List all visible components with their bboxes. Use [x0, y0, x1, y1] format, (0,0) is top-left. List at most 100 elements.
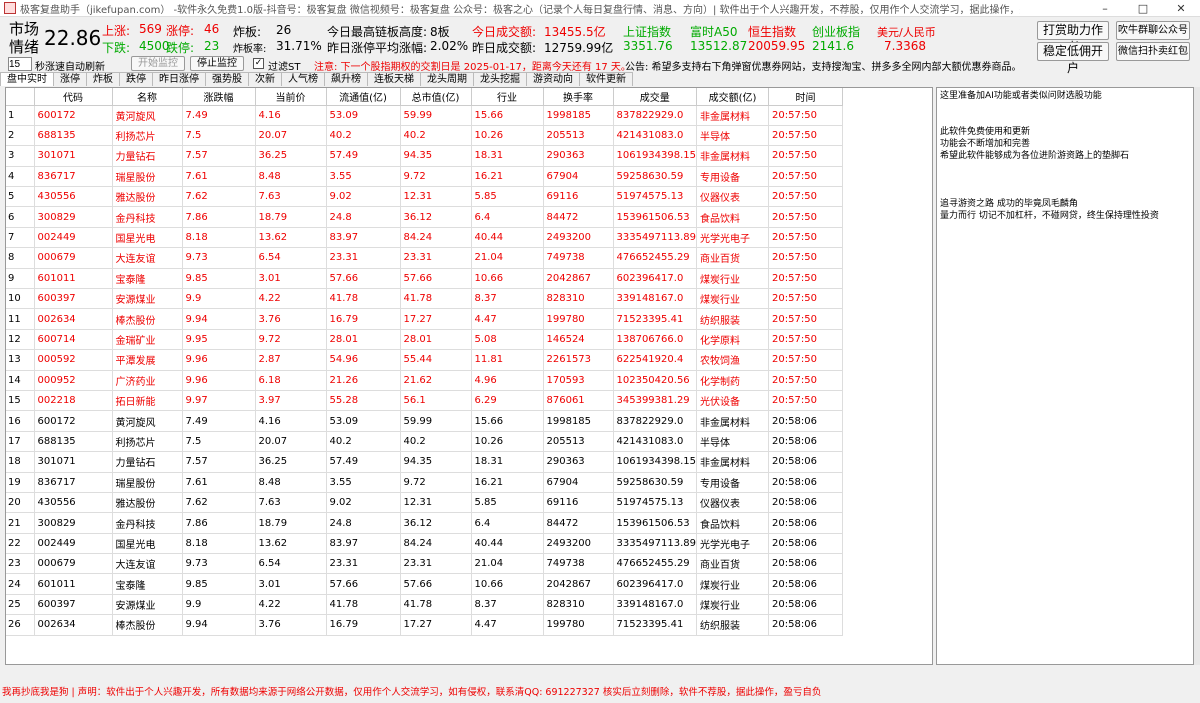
column-header[interactable]: 成交额(亿) [696, 88, 770, 106]
row-index: 4 [6, 166, 35, 188]
table-row[interactable]: 26 002634 棒杰股份 9.94 3.76 16.79 17.27 4.47 199780… [6, 614, 844, 636]
table-cell: 专用设备 [696, 166, 770, 188]
table-row[interactable]: 12 600714 金瑞矿业 9.95 9.72 28.01 28.01 5.08 146524… [6, 329, 844, 351]
table-row[interactable]: 6 300829 金丹科技 7.86 18.79 24.8 36.12 6.4 84472 153… [6, 206, 844, 228]
tab-item[interactable]: 盘中实时 [0, 72, 54, 86]
table-cell: 20:57:50 [768, 288, 844, 310]
filter-st-checkbox[interactable]: ✓ [253, 58, 264, 69]
table-cell: 20:57:50 [768, 125, 844, 147]
table-row[interactable]: 10 600397 安源煤业 9.9 4.22 41.78 41.78 8.37 828310 3… [6, 288, 844, 310]
stop-monitor-button[interactable]: 停止监控 [190, 56, 244, 71]
tab-item[interactable]: 炸板 [86, 72, 120, 86]
tab-item[interactable]: 次新 [248, 72, 282, 86]
table-row[interactable]: 15 002218 拓日新能 9.97 3.97 55.28 56.1 6.29 876061 3… [6, 390, 844, 412]
table-row[interactable]: 8 000679 大连友谊 9.73 6.54 23.31 23.31 21.04 749738… [6, 247, 844, 269]
table-cell: 601011 [34, 573, 113, 595]
table-cell: 23.31 [326, 247, 401, 269]
table-cell: 94.35 [400, 145, 472, 167]
column-header[interactable]: 换手率 [543, 88, 614, 106]
table-cell: 83.97 [326, 227, 401, 249]
tab-item[interactable]: 人气榜 [281, 72, 325, 86]
table-row[interactable]: 20 430556 雅达股份 7.62 7.63 9.02 12.31 5.85 69116 51… [6, 492, 844, 514]
table-cell: 食品饮料 [696, 206, 770, 228]
table-cell: 3.55 [326, 166, 401, 188]
table-cell: 13.62 [255, 533, 327, 555]
table-cell: 170593 [543, 370, 614, 391]
column-header[interactable]: 成交量 [613, 88, 698, 106]
table-cell: 7.61 [182, 472, 256, 493]
start-monitor-button[interactable]: 开始监控 [131, 56, 185, 71]
column-header-index [6, 88, 35, 106]
table-cell: 71523395.41 [613, 308, 698, 330]
column-header[interactable]: 时间 [768, 88, 844, 106]
table-cell: 20:57:50 [768, 390, 844, 412]
table-row[interactable]: 1 600172 黄河旋风 7.49 4.16 53.09 59.99 15.66 199818… [6, 105, 844, 126]
table-cell: 59258630.59 [613, 472, 698, 493]
tab-item[interactable]: 游资动向 [526, 72, 580, 86]
table-row[interactable]: 3 301071 力量钻石 7.57 36.25 57.49 94.35 18.31 29036… [6, 145, 844, 167]
table-row[interactable]: 2 688135 利扬芯片 7.5 20.07 40.2 40.2 10.26 205513 42… [6, 125, 844, 147]
reward-author-button[interactable]: 打赏助力作者 [1037, 21, 1109, 54]
close-icon[interactable]: ✕ [1162, 0, 1200, 17]
table-row[interactable]: 16 600172 黄河旋风 7.49 4.16 53.09 59.99 15.66 19981… [6, 410, 844, 432]
table-cell: 非金属材料 [696, 451, 770, 473]
tab-item[interactable]: 昨日涨停 [152, 72, 206, 86]
tab-item[interactable]: 跌停 [119, 72, 153, 86]
table-row[interactable]: 5 430556 雅达股份 7.62 7.63 9.02 12.31 5.85 69116 519… [6, 186, 844, 208]
wechat-group-button[interactable]: 吹牛群聊公众号 [1116, 21, 1190, 40]
info-line: 这里准备加AI功能或者类似问财选股功能 [940, 91, 1102, 101]
column-header[interactable]: 名称 [112, 88, 183, 106]
table-row[interactable]: 17 688135 利扬芯片 7.5 20.07 40.2 40.2 10.26 205513 4… [6, 431, 844, 453]
table-cell: 20:57:50 [768, 145, 844, 167]
table-row[interactable]: 11 002634 棒杰股份 9.94 3.76 16.79 17.27 4.47 199780… [6, 308, 844, 330]
table-cell: 20:58:06 [768, 614, 844, 636]
table-row[interactable]: 18 301071 力量钻石 7.57 36.25 57.49 94.35 18.31 2903… [6, 451, 844, 473]
table-row[interactable]: 9 601011 宝泰隆 9.85 3.01 57.66 57.66 10.66 2042867… [6, 268, 844, 290]
table-cell: 大连友谊 [112, 247, 183, 269]
column-header[interactable]: 总市值(亿) [400, 88, 472, 106]
table-row[interactable]: 4 836717 瑞星股份 7.61 8.48 3.55 9.72 16.21 67904 592… [6, 166, 844, 188]
tab-item[interactable]: 连板天梯 [367, 72, 421, 86]
column-header[interactable]: 当前价 [255, 88, 327, 106]
table-cell: 36.12 [400, 512, 472, 534]
info-panel: 这里准备加AI功能或者类似问财选股功能 此软件免费使用和更新 功能会不断增加和完善希… [936, 87, 1194, 665]
scrollbar[interactable] [1194, 87, 1200, 665]
table-cell: 36.25 [255, 145, 327, 167]
column-header[interactable]: 行业 [471, 88, 544, 106]
table-cell: 1998185 [543, 410, 614, 432]
table-cell: 20:57:50 [768, 370, 844, 391]
table-cell: 84.24 [400, 227, 472, 249]
table-row[interactable]: 25 600397 安源煤业 9.9 4.22 41.78 41.78 8.37 828310 3… [6, 594, 844, 616]
table-row[interactable]: 21 300829 金丹科技 7.86 18.79 24.8 36.12 6.4 84472 15… [6, 512, 844, 534]
table-row[interactable]: 13 000592 平潭发展 9.96 2.87 54.96 55.44 11.81 22615… [6, 349, 844, 371]
table-row[interactable]: 7 002449 国星光电 8.18 13.62 83.97 84.24 40.44 24932… [6, 227, 844, 249]
refresh-interval-input[interactable] [8, 57, 32, 71]
table-row[interactable]: 19 836717 瑞星股份 7.61 8.48 3.55 9.72 16.21 67904 59… [6, 472, 844, 493]
table-row[interactable]: 14 000952 广济药业 9.96 6.18 21.26 21.62 4.96 170593… [6, 370, 844, 391]
table-row[interactable]: 22 002449 国星光电 8.18 13.62 83.97 84.24 40.44 2493… [6, 533, 844, 555]
minimize-icon[interactable]: – [1086, 0, 1124, 17]
tab-item[interactable]: 龙头挖掘 [473, 72, 527, 86]
table-cell: 18.31 [471, 145, 544, 167]
table-row[interactable]: 24 601011 宝泰隆 9.85 3.01 57.66 57.66 10.66 204286… [6, 573, 844, 595]
table-cell: 84.24 [400, 533, 472, 555]
table-cell: 2493200 [543, 227, 614, 249]
maximize-icon[interactable]: □ [1124, 0, 1162, 17]
column-header[interactable]: 流通值(亿) [326, 88, 401, 106]
table-cell: 3.01 [255, 268, 327, 290]
table-cell: 金丹科技 [112, 512, 183, 534]
tab-item[interactable]: 龙头周期 [420, 72, 474, 86]
row-index: 12 [6, 329, 35, 351]
table-cell: 688135 [34, 431, 113, 453]
table-cell: 600397 [34, 594, 113, 616]
table-cell: 金丹科技 [112, 206, 183, 228]
tab-item[interactable]: 强势股 [205, 72, 249, 86]
table-cell: 40.2 [326, 125, 401, 147]
limit-down-label: 跌停: [166, 41, 195, 55]
column-header[interactable]: 代码 [34, 88, 113, 106]
tab-item[interactable]: 飙升榜 [324, 72, 368, 86]
tab-item[interactable]: 软件更新 [579, 72, 633, 86]
column-header[interactable]: 涨跌幅 [182, 88, 256, 106]
tab-item[interactable]: 涨停 [53, 72, 87, 86]
table-row[interactable]: 23 000679 大连友谊 9.73 6.54 23.31 23.31 21.04 74973… [6, 553, 844, 575]
